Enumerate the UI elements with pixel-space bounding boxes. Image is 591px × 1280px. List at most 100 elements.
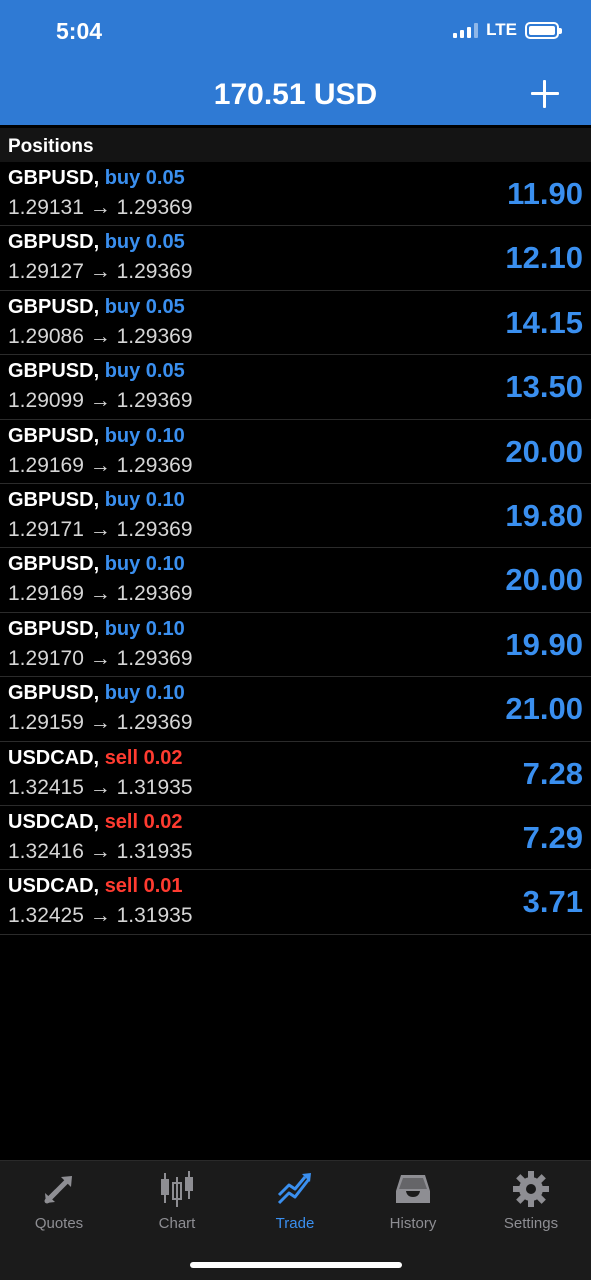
position-prices: 1.29131 → 1.29369 <box>8 196 193 220</box>
position-symbol: USDCAD, <box>8 875 100 898</box>
position-prices: 1.32425 → 1.31935 <box>8 904 193 928</box>
position-symbol-line: GBPUSD, buy 0.10 <box>8 618 185 641</box>
position-row[interactable]: USDCAD, sell 0.01 1.32425 → 1.31935 3.71 <box>0 870 591 935</box>
position-symbol: GBPUSD, <box>8 424 100 447</box>
open-price: 1.29171 <box>8 517 84 541</box>
position-profit: 20.00 <box>505 433 583 469</box>
position-symbol-line: GBPUSD, buy 0.10 <box>8 682 185 705</box>
tab-label: Trade <box>275 1215 315 1232</box>
current-price: 1.29369 <box>116 582 193 606</box>
home-indicator <box>190 1262 402 1268</box>
position-row[interactable]: GBPUSD, buy 0.10 1.29159 → 1.29369 21.00 <box>0 677 591 742</box>
current-price: 1.29369 <box>116 711 193 735</box>
arrow-right-icon: → <box>89 324 111 348</box>
tab-settings[interactable]: Settings <box>472 1169 590 1241</box>
open-price: 1.29086 <box>8 324 84 348</box>
position-symbol-line: GBPUSD, buy 0.10 <box>8 489 185 512</box>
position-side-volume: buy 0.10 <box>104 488 185 511</box>
tab-trade[interactable]: Trade <box>236 1169 354 1241</box>
tab-quotes[interactable]: Quotes <box>0 1169 118 1241</box>
arrow-right-icon: → <box>89 260 111 284</box>
network-type: LTE <box>486 20 517 39</box>
status-indicators: LTE <box>453 20 562 40</box>
position-side-volume: buy 0.05 <box>104 360 185 383</box>
open-price: 1.32416 <box>8 839 84 863</box>
positions-list: GBPUSD, buy 0.05 1.29131 → 1.29369 11.90 GB… <box>0 162 591 935</box>
position-symbol-line: GBPUSD, buy 0.05 <box>8 167 185 190</box>
position-row[interactable]: USDCAD, sell 0.02 1.32416 → 1.31935 7.29 <box>0 806 591 871</box>
position-row[interactable]: USDCAD, sell 0.02 1.32415 → 1.31935 7.28 <box>0 742 591 806</box>
arrow-right-icon: → <box>89 839 111 863</box>
position-side-volume: sell 0.01 <box>104 875 183 898</box>
position-row[interactable]: GBPUSD, buy 0.10 1.29169 → 1.29369 20.00 <box>0 420 591 484</box>
position-symbol: GBPUSD, <box>8 488 100 511</box>
tab-chart[interactable]: Chart <box>118 1169 236 1241</box>
arrow-right-icon: → <box>89 711 111 735</box>
current-price: 1.29369 <box>116 453 193 477</box>
position-symbol: GBPUSD, <box>8 167 100 189</box>
position-profit: 13.50 <box>505 369 583 405</box>
open-price: 1.29099 <box>8 389 84 413</box>
open-price: 1.29169 <box>8 453 84 477</box>
arrow-right-icon: → <box>89 646 111 670</box>
tab-label: Quotes <box>34 1215 84 1232</box>
position-profit: 7.28 <box>522 755 583 791</box>
tab-history[interactable]: History <box>354 1169 472 1241</box>
position-side-volume: buy 0.10 <box>104 682 185 705</box>
current-price: 1.31935 <box>116 904 193 928</box>
position-side-volume: sell 0.02 <box>104 810 183 833</box>
position-profit: 11.90 <box>507 176 583 211</box>
position-symbol-line: USDCAD, sell 0.02 <box>8 747 183 770</box>
position-symbol-line: USDCAD, sell 0.01 <box>8 875 183 898</box>
position-prices: 1.29171 → 1.29369 <box>8 518 193 542</box>
signal-bars-icon <box>453 22 479 38</box>
position-symbol-line: GBPUSD, buy 0.10 <box>8 553 185 576</box>
position-prices: 1.29099 → 1.29369 <box>8 389 193 413</box>
position-row[interactable]: GBPUSD, buy 0.10 1.29171 → 1.29369 19.80 <box>0 484 591 549</box>
current-price: 1.29369 <box>116 646 193 670</box>
positions-section-title: Positions <box>0 128 591 162</box>
position-symbol: GBPUSD, <box>8 360 100 383</box>
add-order-button[interactable] <box>531 80 559 108</box>
current-price: 1.29369 <box>116 196 193 219</box>
position-symbol-line: GBPUSD, buy 0.05 <box>8 296 185 319</box>
open-price: 1.32425 <box>8 904 84 928</box>
position-side-volume: sell 0.02 <box>104 746 183 769</box>
position-prices: 1.32416 → 1.31935 <box>8 840 193 864</box>
open-price: 1.29131 <box>8 196 84 219</box>
inbox-tray-icon <box>393 1169 433 1209</box>
position-row[interactable]: GBPUSD, buy 0.10 1.29170 → 1.29369 19.90 <box>0 613 591 678</box>
position-row[interactable]: GBPUSD, buy 0.05 1.29086 → 1.29369 14.15 <box>0 291 591 356</box>
position-row[interactable]: GBPUSD, buy 0.05 1.29099 → 1.29369 13.50 <box>0 355 591 420</box>
position-symbol-line: USDCAD, sell 0.02 <box>8 811 183 834</box>
position-symbol: GBPUSD, <box>8 617 100 640</box>
current-price: 1.29369 <box>116 389 193 413</box>
position-row[interactable]: GBPUSD, buy 0.05 1.29131 → 1.29369 11.90 <box>0 162 591 227</box>
battery-icon <box>525 21 562 39</box>
position-side-volume: buy 0.05 <box>104 231 185 254</box>
position-prices: 1.29169 → 1.29369 <box>8 454 193 478</box>
candlestick-icon <box>157 1169 197 1209</box>
quotes-arrows-icon <box>39 1169 79 1209</box>
position-symbol-line: GBPUSD, buy 0.05 <box>8 231 185 254</box>
position-profit: 19.80 <box>505 497 583 533</box>
position-row[interactable]: GBPUSD, buy 0.05 1.29127 → 1.29369 12.10 <box>0 226 591 291</box>
status-time: 5:04 <box>56 18 103 44</box>
open-price: 1.29127 <box>8 260 84 284</box>
position-profit: 21.00 <box>505 691 583 727</box>
position-row[interactable]: GBPUSD, buy 0.10 1.29169 → 1.29369 20.00 <box>0 548 591 613</box>
position-prices: 1.29169 → 1.29369 <box>8 582 193 606</box>
tab-label: Settings <box>503 1215 559 1232</box>
current-price: 1.31935 <box>116 775 193 799</box>
position-symbol: GBPUSD, <box>8 295 100 318</box>
current-price: 1.29369 <box>116 260 193 284</box>
position-side-volume: buy 0.10 <box>104 424 185 447</box>
position-symbol-line: GBPUSD, buy 0.05 <box>8 360 185 383</box>
open-price: 1.29169 <box>8 582 84 606</box>
position-side-volume: buy 0.05 <box>104 167 185 189</box>
arrow-right-icon: → <box>89 517 111 541</box>
position-profit: 19.90 <box>505 626 583 662</box>
position-symbol: USDCAD, <box>8 746 100 769</box>
account-balance: 170.51 USD <box>213 78 378 111</box>
position-profit: 7.29 <box>522 819 583 855</box>
